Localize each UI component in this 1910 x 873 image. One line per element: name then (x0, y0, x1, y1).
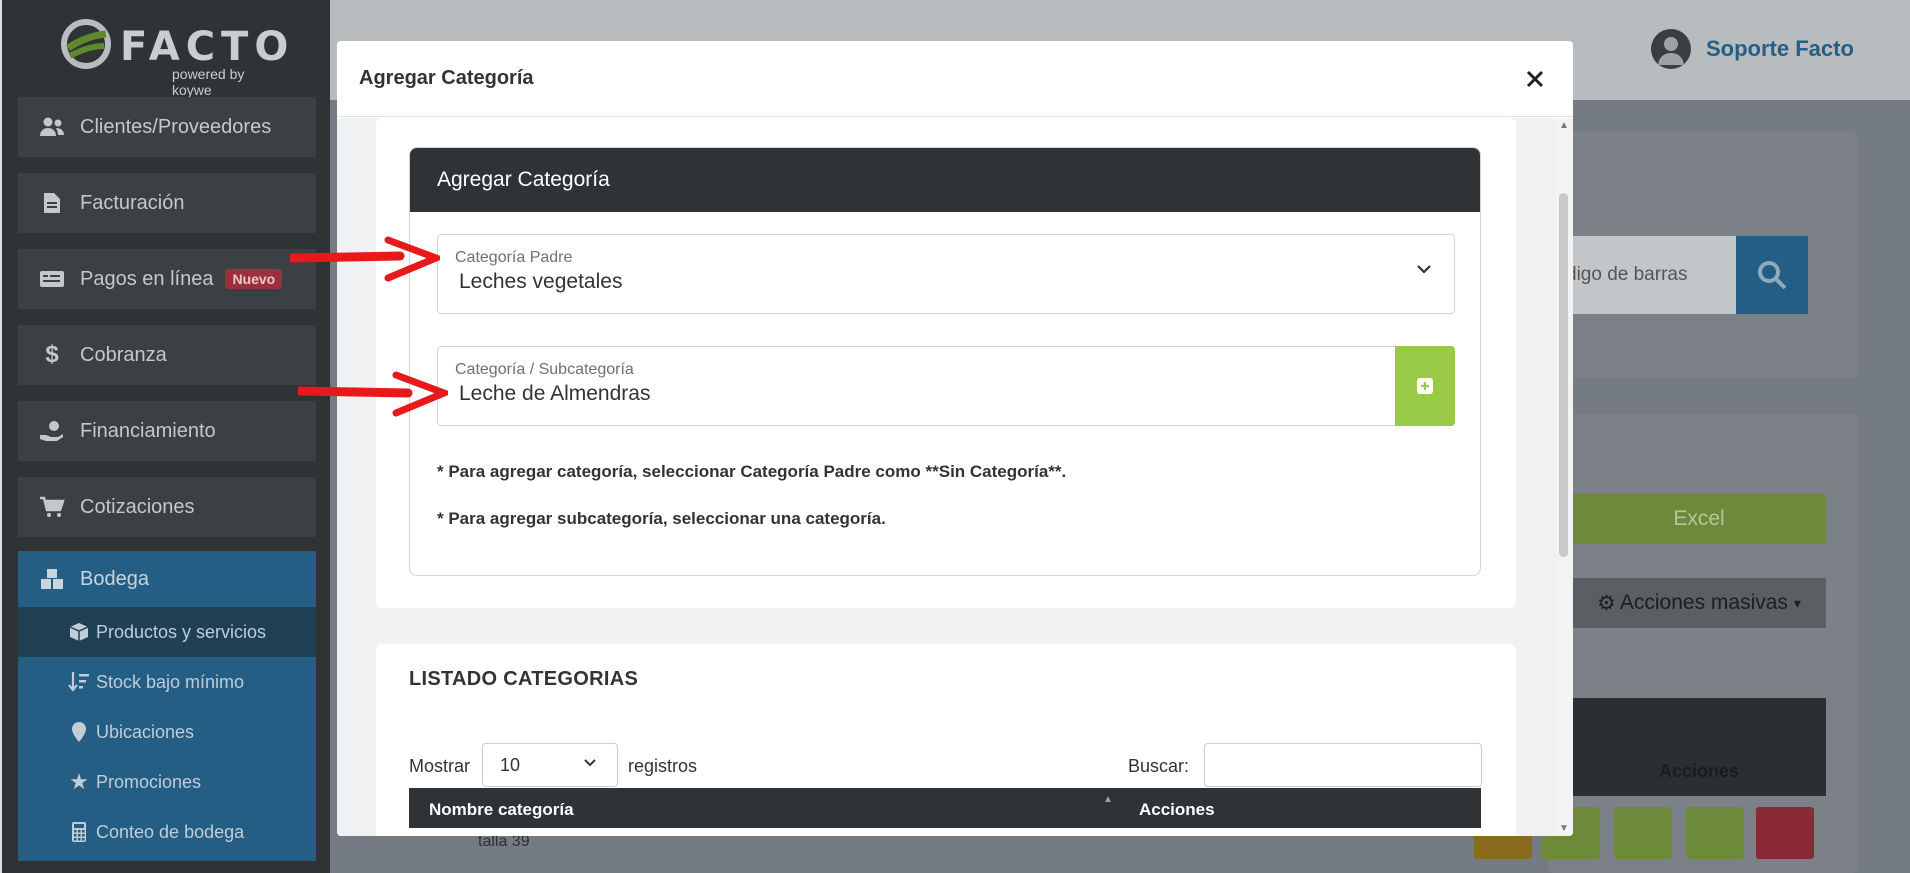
table-header: Nombre categoría ▲ Acciones (409, 788, 1481, 828)
star-icon: ★ (69, 769, 89, 794)
add-category-card: Agregar Categoría Categoría Padre Leches… (409, 147, 1481, 576)
background-card (1548, 414, 1858, 873)
app-logo[interactable]: FACTO powered by koywe (60, 18, 288, 98)
sidebar-item-label: Cotizaciones (80, 495, 195, 518)
sidebar-subitem-promociones[interactable]: ★ Promociones (18, 757, 316, 807)
sidebar-item-pagos[interactable]: Pagos en línea Nuevo (18, 249, 316, 309)
scroll-up-icon[interactable]: ▲ (1559, 120, 1569, 131)
search-input[interactable] (1204, 743, 1482, 787)
sidebar-item-clientes[interactable]: Clientes/Proveedores (18, 97, 316, 157)
sidebar-item-label: Clientes/Proveedores (80, 115, 272, 138)
sidebar-subitem-stock[interactable]: Stock bajo mínimo (18, 657, 316, 707)
bulk-actions-label: Acciones masivas (1619, 591, 1788, 614)
sidebar-subitem-label: Promociones (96, 771, 202, 792)
sidebar-item-label: Cobranza (80, 343, 167, 366)
map-pin-icon (66, 721, 92, 743)
sidebar-item-cobranza[interactable]: $ Cobranza (18, 325, 316, 385)
sidebar-item-facturacion[interactable]: Facturación (18, 173, 316, 233)
avatar[interactable] (1651, 29, 1691, 69)
sidebar-subitem-productos[interactable]: Productos y servicios (18, 607, 316, 657)
annotation-arrow-icon (298, 371, 448, 417)
chevron-down-icon (1417, 265, 1431, 274)
annotation-arrow-icon (290, 236, 440, 282)
field-value: Leches vegetales (459, 270, 623, 293)
logo-subtext: powered by koywe (172, 66, 245, 98)
boxes-icon (36, 568, 68, 590)
sort-down-icon (66, 671, 92, 693)
box-icon (66, 622, 92, 642)
search-button[interactable] (1736, 236, 1808, 314)
column-header-nombre[interactable]: Nombre categoría (429, 800, 574, 820)
excel-button[interactable]: Excel (1572, 494, 1826, 544)
modal-scrollbar[interactable]: ▲ ▼ (1555, 118, 1573, 836)
document-icon (36, 192, 68, 214)
help-note: * Para agregar subcategoría, seleccionar… (437, 509, 886, 528)
refresh-button[interactable] (1686, 807, 1744, 859)
modal-title: Agregar Categoría (359, 67, 534, 89)
plus-square-icon (1417, 378, 1433, 394)
scroll-down-icon[interactable]: ▼ (1559, 823, 1569, 834)
caret-down-icon: ▾ (1793, 594, 1801, 611)
parent-category-select[interactable]: Categoría Padre Leches vegetales (437, 234, 1455, 314)
show-label: Mostrar (409, 756, 471, 776)
logo-text: FACTO (120, 24, 295, 70)
payment-card-icon (36, 270, 68, 288)
subcategory-input[interactable]: Categoría / Subcategoría Leche de Almend… (437, 346, 1455, 426)
help-note: * Para agregar categoría, seleccionar Ca… (437, 462, 1067, 481)
sidebar-item-label: Facturación (80, 191, 185, 214)
add-category-panel: Agregar Categoría Categoría Padre Leches… (376, 118, 1516, 608)
scrollbar-thumb[interactable] (1559, 193, 1568, 557)
bulk-actions-button[interactable]: ⚙ Acciones masivas ▾ (1572, 578, 1826, 628)
sidebar-group-bodega: Bodega Productos y servicios Stock bajo … (18, 551, 316, 861)
table-header-acciones: Acciones (1572, 698, 1826, 796)
sidebar: FACTO powered by koywe Clientes/Proveedo… (0, 0, 330, 873)
close-button[interactable] (1519, 63, 1551, 95)
modal-body: Agregar Categoría Categoría Padre Leches… (337, 118, 1573, 836)
chevron-down-icon (584, 759, 596, 767)
add-category-button[interactable] (1395, 346, 1455, 426)
search-icon (1758, 261, 1787, 290)
cart-icon (36, 496, 68, 518)
new-badge: Nuevo (225, 269, 283, 289)
sidebar-subitem-ubicaciones[interactable]: Ubicaciones (18, 707, 316, 757)
search-label: Buscar: (1128, 756, 1190, 776)
sidebar-subitem-label: Ubicaciones (96, 721, 195, 742)
field-label: Categoría / Subcategoría (455, 361, 634, 378)
page-length-value: 10 (500, 754, 521, 775)
close-icon (1526, 70, 1544, 88)
sidebar-subitem-label: Conteo de bodega (96, 821, 245, 842)
records-label: registros (628, 756, 698, 776)
barcode-search-input[interactable]: digo de barras (1560, 236, 1736, 314)
column-header-acciones: Acciones (1139, 800, 1215, 819)
sidebar-subitem-label: Productos y servicios (96, 621, 267, 642)
page-length-select[interactable]: 10 (482, 743, 618, 787)
gear-icon: ⚙ (1597, 591, 1616, 615)
dollar-icon: $ (45, 341, 59, 368)
user-name[interactable]: Soporte Facto (1706, 36, 1854, 62)
add-category-modal: Agregar Categoría Agregar Categoría Cate… (337, 41, 1573, 836)
list-title: LISTADO CATEGORIAS (409, 668, 639, 690)
field-value: Leche de Almendras (459, 382, 651, 405)
users-icon (36, 117, 68, 137)
calculator-icon (66, 821, 92, 843)
sidebar-item-label: Financiamiento (80, 419, 216, 442)
hand-money-icon (36, 420, 68, 442)
card-title: Agregar Categoría (410, 148, 1480, 212)
sidebar-item-label: Bodega (80, 567, 149, 590)
sort-icon[interactable]: ▲ (1103, 794, 1113, 805)
category-list-panel: LISTADO CATEGORIAS Mostrar 10 registros … (376, 644, 1516, 836)
sidebar-item-label: Pagos en línea (80, 267, 214, 290)
modal-header: Agregar Categoría (337, 41, 1573, 117)
field-label: Categoría Padre (455, 249, 573, 266)
sidebar-subitem-conteo[interactable]: Conteo de bodega (18, 807, 316, 857)
sidebar-subitem-label: Stock bajo mínimo (96, 671, 245, 692)
facto-logo-icon (61, 19, 111, 69)
delete-button[interactable] (1756, 807, 1814, 859)
sidebar-item-cotizaciones[interactable]: Cotizaciones (18, 477, 316, 537)
sidebar-item-bodega[interactable]: Bodega (18, 551, 316, 607)
variants-button[interactable] (1614, 807, 1672, 859)
sidebar-item-financiamiento[interactable]: Financiamiento (18, 401, 316, 461)
